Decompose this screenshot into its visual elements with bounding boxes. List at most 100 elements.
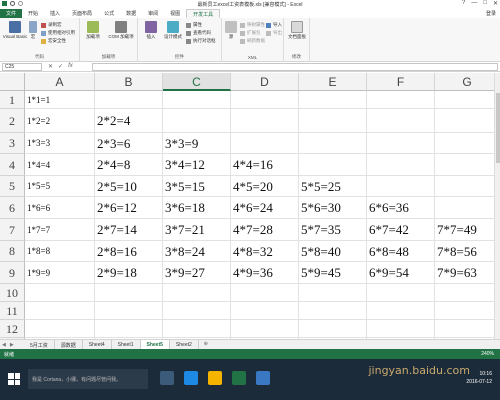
cell-b7[interactable]: 2*7=14 [95, 219, 163, 241]
cell-e3[interactable] [299, 133, 367, 154]
column-header-g[interactable]: G [435, 73, 500, 91]
cell-g3[interactable] [435, 133, 500, 154]
column-header-d[interactable]: D [231, 73, 299, 91]
cell-b3[interactable]: 2*3=6 [95, 133, 163, 154]
expansion-packs-button[interactable]: 扩展包 [240, 30, 261, 36]
row-header-2[interactable]: 2 [0, 109, 25, 133]
cancel-icon[interactable]: ✕ [48, 63, 53, 70]
windows-start-icon[interactable] [8, 373, 20, 385]
cell-a4[interactable]: 1*4=4 [25, 154, 95, 176]
cell-f12[interactable] [367, 320, 435, 338]
cell-d3[interactable] [231, 133, 299, 154]
help-button[interactable]: ? [462, 0, 465, 7]
cell-d2[interactable] [231, 109, 299, 133]
cell-e7[interactable]: 5*7=35 [299, 219, 367, 241]
cell-e9[interactable]: 5*9=45 [299, 262, 367, 284]
cell-a7[interactable]: 1*7=7 [25, 219, 95, 241]
cell-c10[interactable] [163, 284, 231, 302]
tab-view[interactable]: 视图 [164, 9, 186, 18]
cell-f9[interactable]: 6*9=54 [367, 262, 435, 284]
row-header-5[interactable]: 5 [0, 176, 25, 197]
map-properties-button[interactable]: 映射属性 [240, 22, 265, 28]
view-code-button[interactable]: 查看代码 [186, 30, 211, 36]
row-header-10[interactable]: 10 [0, 284, 25, 302]
cell-d5[interactable]: 4*5=20 [231, 176, 299, 197]
close-button[interactable]: ✕ [493, 0, 498, 7]
cell-d8[interactable]: 4*8=32 [231, 241, 299, 262]
column-header-b[interactable]: B [95, 73, 163, 91]
import-button[interactable]: 导入 [266, 22, 282, 28]
tab-insert[interactable]: 插入 [44, 9, 66, 18]
cell-b11[interactable] [95, 302, 163, 320]
cell-e2[interactable] [299, 109, 367, 133]
cell-f2[interactable] [367, 109, 435, 133]
zoom-level[interactable]: 240% [481, 351, 494, 357]
relative-reference-button[interactable]: 使用相对引用 [41, 30, 75, 36]
refresh-data-button[interactable]: 刷新数据 [240, 38, 265, 44]
cell-c11[interactable] [163, 302, 231, 320]
cell-f1[interactable] [367, 91, 435, 109]
cell-f4[interactable] [367, 154, 435, 176]
cell-a3[interactable]: 1*3=3 [25, 133, 95, 154]
next-sheet-icon[interactable]: ▶ [10, 342, 14, 348]
cell-d7[interactable]: 4*7=28 [231, 219, 299, 241]
cell-c7[interactable]: 3*7=21 [163, 219, 231, 241]
cell-g9[interactable]: 7*9=63 [435, 262, 500, 284]
cell-a12[interactable] [25, 320, 95, 338]
tab-formulas[interactable]: 公式 [98, 9, 120, 18]
row-header-12[interactable]: 12 [0, 320, 25, 338]
cell-e6[interactable]: 5*6=30 [299, 197, 367, 219]
com-addins-button[interactable]: COM 加载项 [106, 21, 136, 40]
cell-e4[interactable] [299, 154, 367, 176]
properties-button[interactable]: 属性 [186, 22, 202, 28]
minimize-button[interactable]: — [471, 0, 477, 7]
cell-a8[interactable]: 1*8=8 [25, 241, 95, 262]
cell-b2[interactable]: 2*2=4 [95, 109, 163, 133]
cell-g2[interactable] [435, 109, 500, 133]
tab-page-layout[interactable]: 页面布局 [66, 9, 98, 18]
cell-b12[interactable] [95, 320, 163, 338]
cell-f7[interactable]: 6*7=42 [367, 219, 435, 241]
cell-g7[interactable]: 7*7=49 [435, 219, 500, 241]
excel-icon[interactable] [232, 371, 246, 385]
cell-b9[interactable]: 2*9=18 [95, 262, 163, 284]
cell-b8[interactable]: 2*8=16 [95, 241, 163, 262]
cell-c2[interactable] [163, 109, 231, 133]
scrollbar-thumb[interactable] [496, 93, 500, 163]
cell-d1[interactable] [231, 91, 299, 109]
edge-icon[interactable] [184, 371, 198, 385]
task-view-icon[interactable] [160, 371, 174, 385]
cortana-search-box[interactable]: 我是 Cortana，小娜。有问题尽管问我。 [28, 369, 148, 389]
column-header-a[interactable]: A [25, 73, 95, 91]
cell-b10[interactable] [95, 284, 163, 302]
record-macro-button[interactable]: 录制宏 [41, 22, 62, 28]
system-clock[interactable]: 10:16 2016-07-12 [466, 370, 492, 386]
cell-a2[interactable]: 1*2=2 [25, 109, 95, 133]
cell-d9[interactable]: 4*9=36 [231, 262, 299, 284]
cell-a5[interactable]: 1*5=5 [25, 176, 95, 197]
column-header-e[interactable]: E [299, 73, 367, 91]
cell-g5[interactable] [435, 176, 500, 197]
cell-c9[interactable]: 3*9=27 [163, 262, 231, 284]
select-all-corner[interactable] [0, 73, 25, 91]
macros-button[interactable]: 宏 [28, 21, 38, 40]
maximize-button[interactable]: □ [483, 0, 487, 7]
cell-a9[interactable]: 1*9=9 [25, 262, 95, 284]
cell-d12[interactable] [231, 320, 299, 338]
xml-source-button[interactable]: 源 [224, 21, 238, 40]
tab-review[interactable]: 审阅 [142, 9, 164, 18]
cell-b6[interactable]: 2*6=12 [95, 197, 163, 219]
cell-f3[interactable] [367, 133, 435, 154]
row-header-11[interactable]: 11 [0, 302, 25, 320]
cell-c3[interactable]: 3*3=9 [163, 133, 231, 154]
file-explorer-icon[interactable] [208, 371, 222, 385]
cell-f6[interactable]: 6*6=36 [367, 197, 435, 219]
enter-icon[interactable]: ✓ [58, 63, 63, 70]
tab-file[interactable]: 文件 [0, 9, 23, 18]
cell-f10[interactable] [367, 284, 435, 302]
cell-e10[interactable] [299, 284, 367, 302]
row-header-4[interactable]: 4 [0, 154, 25, 176]
cell-e8[interactable]: 5*8=40 [299, 241, 367, 262]
insert-function-icon[interactable]: fx [68, 63, 73, 70]
visual-basic-button[interactable]: Visual Basic [2, 21, 28, 39]
